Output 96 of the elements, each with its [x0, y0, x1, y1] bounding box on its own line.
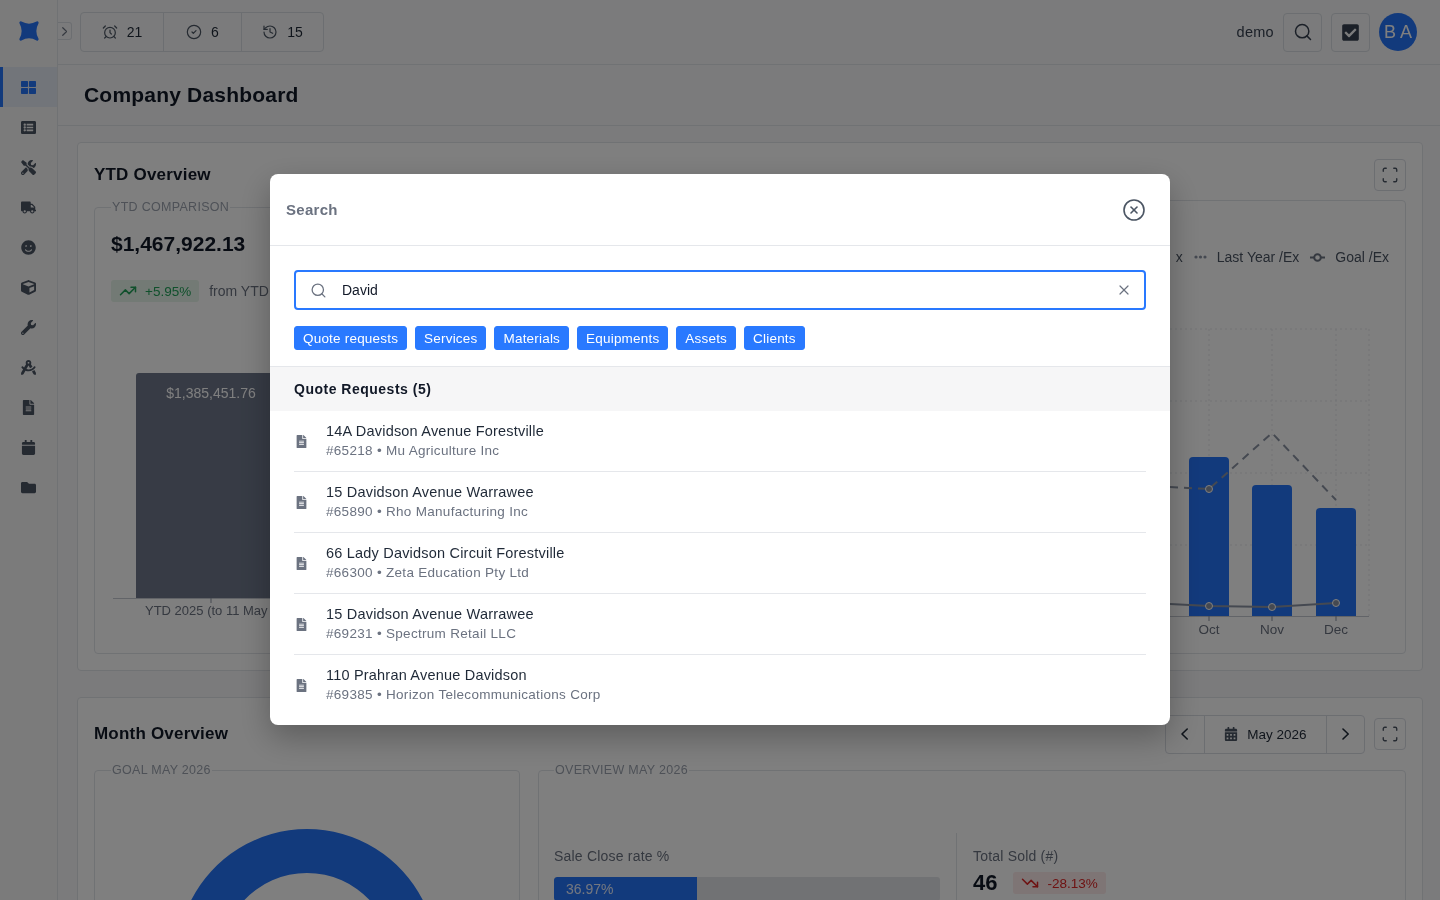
period-label: May 2026: [1247, 726, 1307, 742]
document-icon: [295, 495, 308, 509]
result-title: 110 Prahran Avenue Davidson: [326, 666, 528, 685]
result-title: 15 Davidson Avenue Warrawee: [326, 483, 534, 502]
alarm-clock-icon: [101, 24, 118, 40]
wrench-icon: [21, 319, 36, 335]
period-button[interactable]: May 2026: [1204, 715, 1326, 753]
search-result[interactable]: 15 Davidson Avenue Warrawee #65890 • Rho Manufacturing Inc: [294, 471, 1146, 532]
page-title: Company Dashboard: [84, 83, 299, 107]
result-subtitle: #65890 • Rho Manufacturing Inc: [326, 503, 530, 521]
search-result[interactable]: 14A Davidson Avenue Forestville #65218 • Mu Agriculture Inc: [294, 411, 1146, 471]
legend-label: x: [1175, 249, 1183, 265]
filter-chip[interactable]: Assets: [676, 326, 737, 350]
filter-chip[interactable]: Materials: [494, 326, 570, 350]
data-point: [1268, 603, 1276, 611]
search-icon: [1292, 22, 1313, 42]
result-subtitle: #65218 • Mu Agriculture Inc: [326, 442, 501, 460]
fullscreen-button[interactable]: [1374, 159, 1406, 191]
counter-button[interactable]: 21: [81, 13, 163, 51]
result-subtitle: #69231 • Spectrum Retail LLC: [326, 625, 518, 643]
chevron-left-icon: [1181, 728, 1189, 740]
change-note: from YTD: [209, 283, 269, 299]
counter-value: 21: [126, 24, 143, 40]
dialog-title: Search: [286, 201, 338, 218]
calendar-icon: [21, 439, 36, 455]
sidebar-item[interactable]: [0, 67, 57, 107]
document-icon: [295, 556, 308, 570]
filter-chip[interactable]: Quote requests: [294, 326, 408, 350]
search-icon: [310, 281, 327, 299]
axis-label: YTD 2025 (to 11 May: [145, 603, 268, 618]
data-point: [1332, 599, 1340, 607]
clock-history-icon: [262, 24, 279, 40]
change-value: +5.95%: [145, 283, 192, 299]
counter-value: 15: [287, 24, 303, 40]
bar-value-label: $1,385,451.76: [166, 385, 256, 401]
search-result[interactable]: 66 Lady Davidson Circuit Forestville #66300 • Zeta Education Pty Ltd: [294, 532, 1146, 593]
filter-chip[interactable]: Equipments: [577, 326, 669, 350]
document-icon: [295, 434, 308, 448]
smiley-icon: [21, 239, 36, 255]
counter-button[interactable]: 15: [241, 13, 323, 51]
stat-value: 46: [973, 870, 998, 896]
search-result[interactable]: 15 Davidson Avenue Warrawee #69231 • Spectrum Retail LLC: [294, 593, 1146, 654]
document-icon: [295, 678, 308, 692]
section-title: Quote Requests (5): [294, 381, 432, 397]
card-title: YTD Overview: [94, 165, 211, 185]
search-field[interactable]: David: [294, 270, 1146, 310]
logo-icon: [17, 20, 40, 42]
cube-icon: [21, 279, 36, 295]
result-subtitle: #69385 • Horizon Telecommunications Corp: [326, 686, 601, 704]
card-title: Month Overview: [94, 724, 229, 744]
result-title: 66 Lady Davidson Circuit Forestville: [326, 544, 565, 563]
change-value: -28.13%: [1047, 875, 1098, 891]
user-name: demo: [1236, 24, 1274, 40]
folder-icon: [21, 479, 36, 495]
result-title: 14A Davidson Avenue Forestville: [326, 422, 544, 441]
truck-icon: [21, 199, 36, 215]
check-circle-icon: [186, 24, 203, 40]
filter-chip[interactable]: Clients: [744, 326, 805, 350]
legend-label: Goal /Ex: [1335, 249, 1389, 265]
search-button[interactable]: [1283, 12, 1322, 52]
tools-icon: [21, 159, 36, 175]
axis-label: Oct: [1198, 622, 1220, 637]
document-icon: [295, 617, 308, 631]
expand-button[interactable]: [58, 22, 72, 40]
result-title: 15 Davidson Avenue Warrawee: [326, 605, 534, 624]
counter-value: 6: [211, 24, 219, 40]
user-avatar[interactable]: B A: [1379, 13, 1417, 51]
fullscreen-icon: [1381, 166, 1399, 184]
compass-icon: [21, 359, 36, 375]
checkbox-icon: [1341, 22, 1360, 42]
fullscreen-icon: [1381, 725, 1399, 743]
ytd-amount: $1,467,922.13: [111, 232, 246, 256]
search-result[interactable]: 110 Prahran Avenue Davidson #69385 • Horizon Telecommunications Corp: [294, 654, 1146, 715]
result-subtitle: #66300 • Zeta Education Pty Ltd: [326, 564, 531, 582]
close-icon: [1122, 197, 1146, 222]
data-point: [1205, 602, 1213, 610]
list-icon: [21, 119, 36, 135]
fullscreen-button[interactable]: [1374, 718, 1406, 750]
tasks-button[interactable]: [1331, 12, 1370, 52]
stat-label: Sale Close rate %: [554, 847, 671, 865]
progress-reading: 36.97%: [565, 881, 614, 897]
line-marker-icon: [1310, 252, 1326, 262]
calendar-icon: [1224, 727, 1239, 741]
axis-label: Dec: [1324, 622, 1348, 637]
grid-icon: [21, 79, 36, 95]
dotted-line-icon: [1193, 255, 1207, 259]
counter-button[interactable]: 6: [163, 13, 241, 51]
data-point: [1205, 485, 1213, 493]
filter-chip[interactable]: Services: [415, 326, 487, 350]
axis-label: Nov: [1260, 622, 1284, 637]
legend-label: Last Year /Ex: [1216, 249, 1300, 265]
stat-label: Total Sold (#): [973, 847, 1060, 865]
close-button[interactable]: [1122, 197, 1146, 222]
chevron-right-icon: [1341, 728, 1350, 740]
chevron-right-icon: [61, 26, 68, 36]
document-icon: [21, 399, 36, 415]
